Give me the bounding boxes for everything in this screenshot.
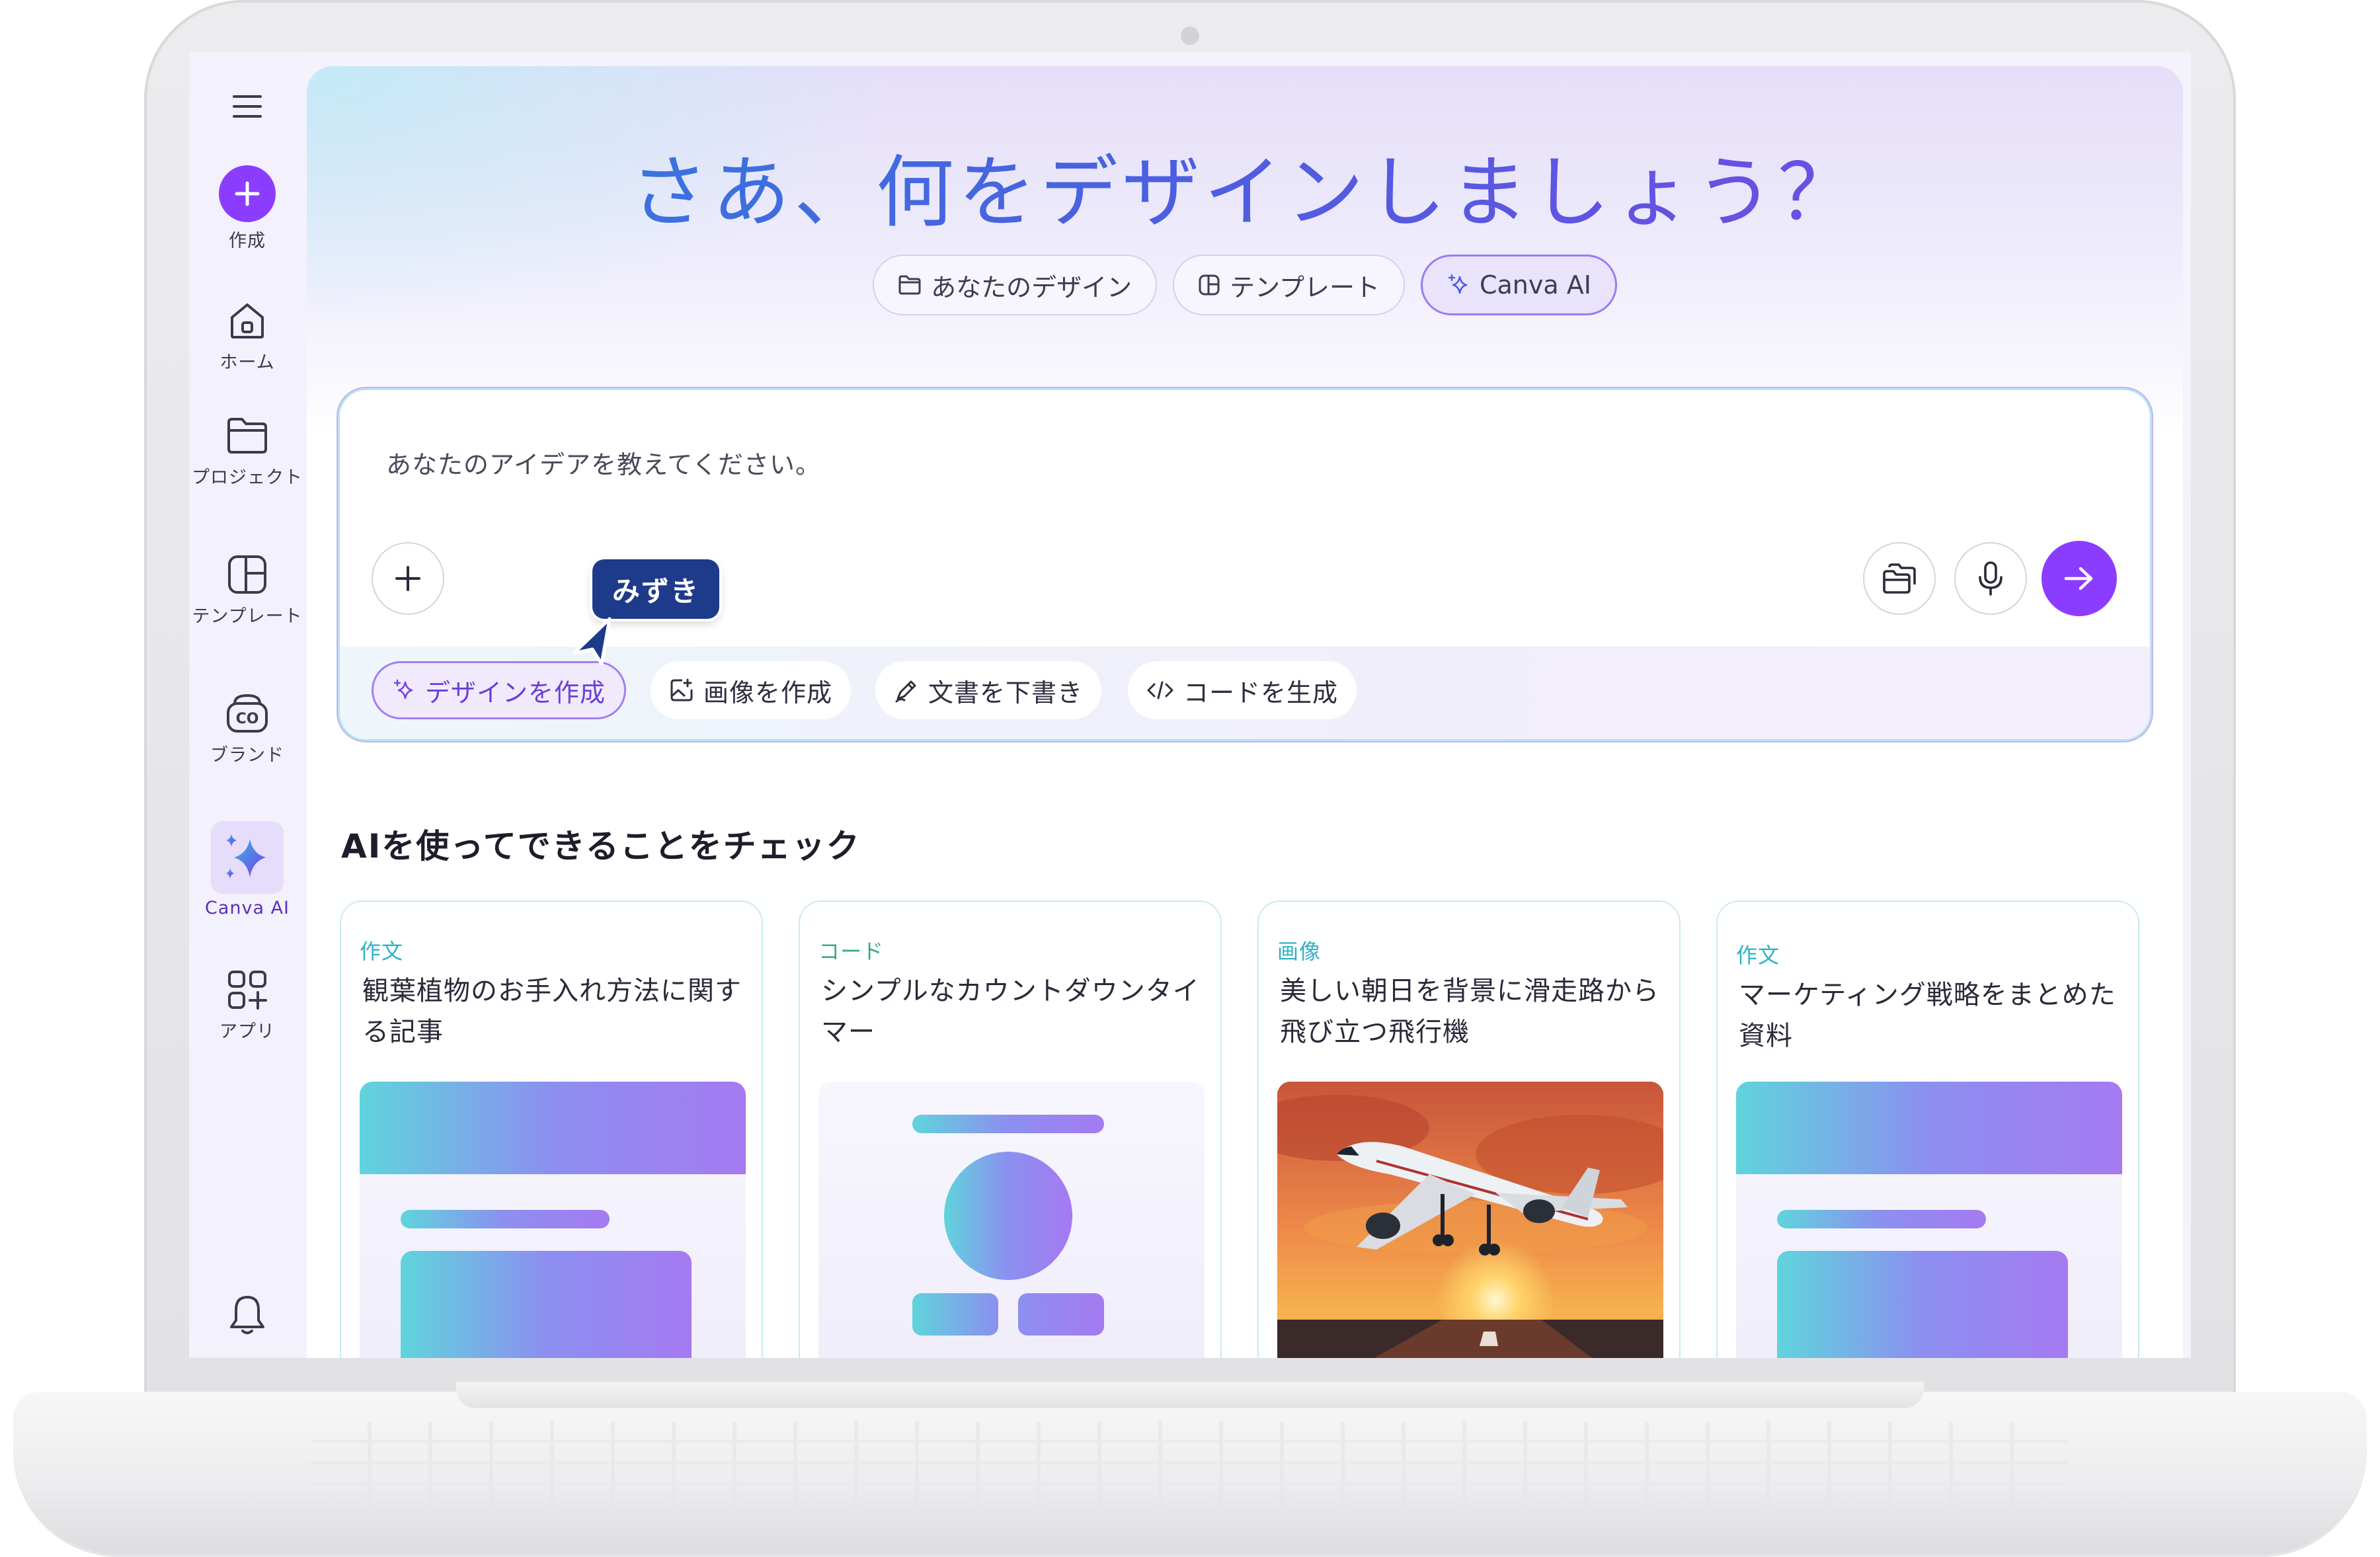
sidebar-item-label: 作成 xyxy=(229,231,266,251)
example-card[interactable]: コード シンプルなカウントダウンタイマー xyxy=(799,900,1222,1358)
sidebar-item-apps[interactable]: アプリ xyxy=(189,967,305,1043)
card-category: 作文 xyxy=(360,939,404,964)
screen: 作成 ホーム プロジェクト テンプレート CO ブランド Canva AI アプ… xyxy=(189,52,2191,1358)
sidebar-item-canva-ai[interactable]: Canva AI xyxy=(189,821,305,918)
chip-create-image[interactable]: 画像を作成 xyxy=(651,661,852,719)
send-button[interactable] xyxy=(2042,541,2117,616)
card-category: コード xyxy=(818,939,885,964)
chip-label: デザインを作成 xyxy=(425,678,606,707)
card-category: 作文 xyxy=(1736,943,1780,968)
card-title: シンプルなカウントダウンタイマー xyxy=(821,976,1200,1047)
plus-icon xyxy=(395,566,420,591)
tab-label: Canva AI xyxy=(1479,270,1591,299)
sidebar-item-label: アプリ xyxy=(219,1021,275,1042)
collaborator-tooltip: みずき xyxy=(592,559,720,619)
prompt-input[interactable]: あなたのアイデアを教えてください。 xyxy=(386,444,821,481)
tab-label: テンプレート xyxy=(1230,272,1380,302)
chip-draft-document[interactable]: 文書を下書き xyxy=(875,661,1102,719)
folders-icon xyxy=(1883,563,1916,594)
sidebar-item-label: プロジェクト xyxy=(192,467,303,488)
example-card[interactable]: 画像 美しい朝日を背景に滑走路から飛び立つ飛行機 xyxy=(1257,900,1681,1358)
sidebar-item-label: テンプレート xyxy=(192,606,303,627)
hamburger-icon xyxy=(224,83,270,130)
airplane-image xyxy=(1277,1082,1663,1358)
microphone-button[interactable] xyxy=(1954,542,2027,615)
keyboard xyxy=(311,1421,2069,1521)
chip-label: 文書を下書き xyxy=(928,678,1084,707)
card-category: 画像 xyxy=(1277,939,1322,964)
plus-icon xyxy=(219,165,276,222)
section-title: AIを使ってできることをチェック xyxy=(341,827,861,865)
sidebar-item-projects[interactable]: プロジェクト xyxy=(189,413,305,489)
tab-canva-ai[interactable]: Canva AI xyxy=(1420,255,1617,315)
sparkle-icon xyxy=(393,679,413,699)
tab-your-designs[interactable]: あなたのデザイン xyxy=(873,255,1158,315)
card-title: 観葉植物のお手入れ方法に関する記事 xyxy=(362,976,742,1047)
chip-create-design[interactable]: デザインを作成 xyxy=(372,661,627,719)
folder-icon xyxy=(898,275,921,295)
chip-label: 画像を作成 xyxy=(703,678,833,707)
microphone-icon xyxy=(1979,561,2003,596)
sparkle-icon xyxy=(211,821,284,894)
mode-tabs: あなたのデザイン テンプレート Canva AI xyxy=(307,255,2183,315)
card-title: 美しい朝日を背景に滑走路から飛び立つ飛行機 xyxy=(1280,976,1659,1047)
bell-icon xyxy=(224,1292,270,1338)
arrow-right-icon xyxy=(2064,567,2093,590)
report-thumbnail xyxy=(1736,1082,2122,1358)
folder-icon xyxy=(224,413,270,459)
sidebar-item-label: ブランド xyxy=(210,745,284,766)
main-panel: さあ、何をデザインしましょう？ あなたのデザイン テンプレート Canva AI… xyxy=(307,66,2183,1358)
cursor-icon xyxy=(572,617,612,666)
template-icon xyxy=(224,551,270,598)
svg-text:CO: CO xyxy=(236,711,259,727)
pen-icon xyxy=(895,680,916,703)
card-title: マーケティング戦略をまとめた資料 xyxy=(1739,980,2116,1051)
article-thumbnail xyxy=(360,1082,746,1358)
media-library-button[interactable] xyxy=(1863,542,1936,615)
sidebar: 作成 ホーム プロジェクト テンプレート CO ブランド Canva AI アプ… xyxy=(189,52,305,1358)
example-card[interactable]: 作文 マーケティング戦略をまとめた資料 xyxy=(1716,900,2139,1358)
sidebar-item-home[interactable]: ホーム xyxy=(189,298,305,374)
image-edit-icon xyxy=(670,678,693,701)
menu-button[interactable] xyxy=(189,83,305,130)
sidebar-item-templates[interactable]: テンプレート xyxy=(189,551,305,627)
tab-label: あなたのデザイン xyxy=(931,272,1132,302)
page-title: さあ、何をデザインしましょう？ xyxy=(307,129,2183,242)
template-icon xyxy=(1199,274,1220,296)
code-icon xyxy=(1147,681,1173,699)
sidebar-item-brand[interactable]: CO ブランド xyxy=(189,690,305,766)
example-card[interactable]: 作文 観葉植物のお手入れ方法に関する記事 xyxy=(340,900,763,1358)
brand-icon: CO xyxy=(224,690,270,737)
apps-icon xyxy=(224,967,270,1013)
camera-dot xyxy=(1181,26,1199,45)
chip-generate-code[interactable]: コードを生成 xyxy=(1128,661,1357,719)
sidebar-item-label: Canva AI xyxy=(204,898,290,918)
sidebar-item-label: ホーム xyxy=(219,352,275,373)
sparkle-icon xyxy=(1448,274,1468,294)
hero xyxy=(307,66,2183,436)
add-button[interactable] xyxy=(372,542,444,615)
tab-templates[interactable]: テンプレート xyxy=(1173,255,1405,315)
timer-thumbnail xyxy=(818,1082,1205,1358)
notifications-button[interactable] xyxy=(189,1292,305,1338)
home-icon xyxy=(224,298,270,344)
chip-label: コードを生成 xyxy=(1183,678,1339,707)
laptop-hinge xyxy=(456,1382,1924,1408)
sidebar-item-create[interactable]: 作成 xyxy=(189,165,305,252)
